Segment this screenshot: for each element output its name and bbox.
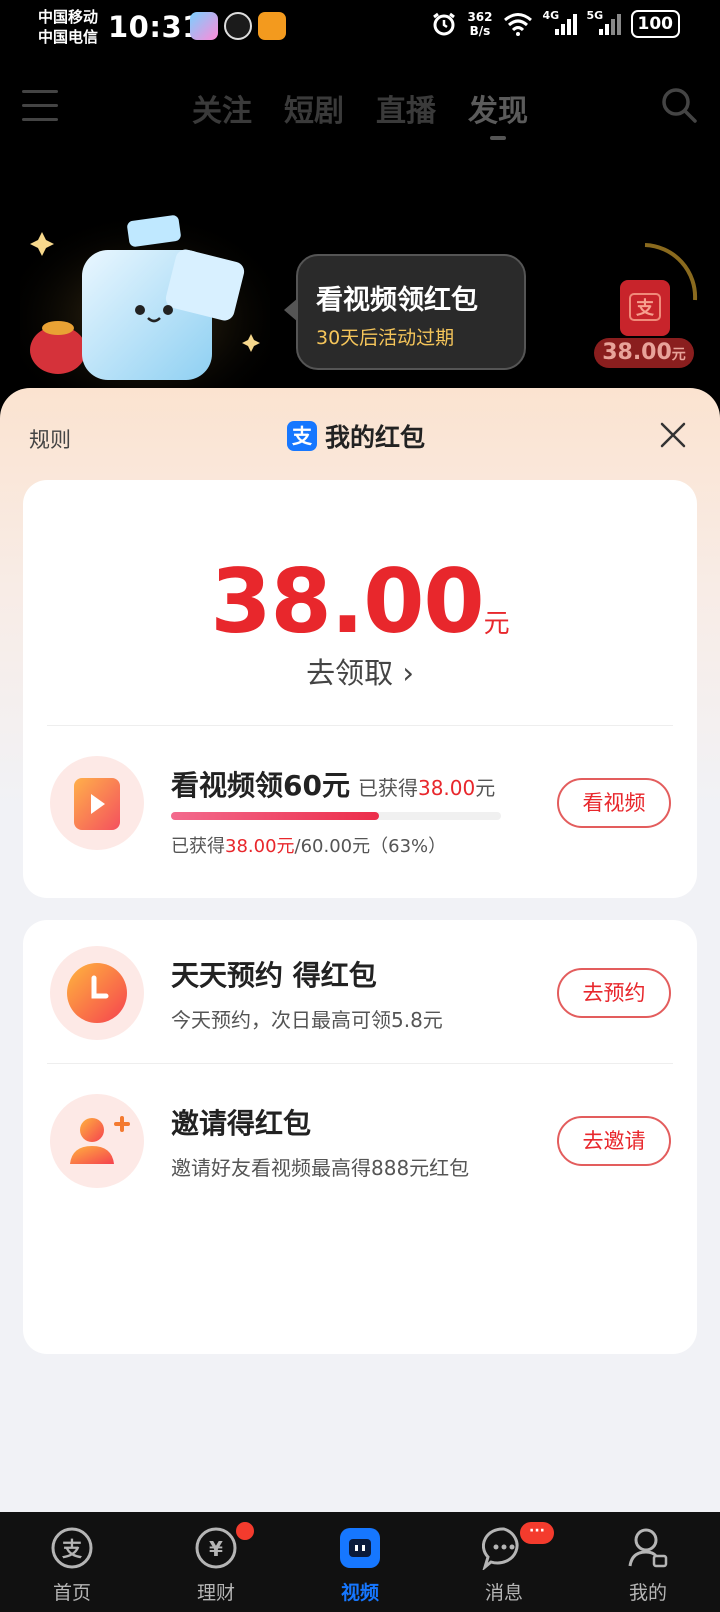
progress-fill: [171, 812, 379, 820]
close-icon[interactable]: [660, 422, 686, 448]
tab-label: 视频: [340, 1582, 379, 1604]
sheet-title: 支 我的红包: [287, 418, 425, 454]
promo-banner[interactable]: 看视频领红包 30天后活动过期 支 38.00元: [0, 210, 720, 390]
tab-wealth[interactable]: ¥ 理财: [144, 1512, 288, 1612]
search-icon[interactable]: [660, 86, 698, 124]
promo-bubble[interactable]: 看视频领红包 30天后活动过期: [284, 254, 526, 370]
claim-button[interactable]: 去领取 ›: [23, 650, 697, 692]
tab-short-drama[interactable]: 短剧: [284, 86, 344, 130]
tasks-card: 天天预约 得红包 今天预约，次日最高可领5.8元 去预约 邀请得红包 邀请好友看…: [23, 920, 697, 1354]
divider: [47, 1063, 673, 1064]
alipay-logo-icon: 支: [287, 421, 317, 451]
tab-label: 消息: [484, 1582, 523, 1604]
sheet-header: 规则 支 我的红包: [0, 388, 720, 488]
reserve-button[interactable]: 去预约: [557, 968, 671, 1018]
task-invite: 邀请得红包 邀请好友看视频最高得888元红包 去邀请: [23, 1080, 697, 1200]
top-nav: 关注 短剧 直播 发现: [0, 80, 720, 140]
clock: 10:31: [108, 10, 203, 44]
task-reservation: 天天预约 得红包 今天预约，次日最高可领5.8元 去预约: [23, 932, 697, 1052]
svg-text:支: 支: [635, 297, 655, 319]
tab-label: 理财: [196, 1582, 235, 1604]
balance-unit: 元: [483, 609, 510, 639]
tab-label: 我的: [628, 1582, 667, 1604]
message-badge: ···: [518, 1520, 556, 1546]
progress-bar: [171, 812, 501, 820]
tab-live[interactable]: 直播: [376, 86, 436, 130]
carrier-names: 中国移动 中国电信: [38, 7, 98, 47]
clock-icon-wrap: [50, 946, 144, 1040]
wifi-icon: [503, 13, 532, 36]
progress-text: 已获得38.00元/60.00元（63%）: [171, 836, 447, 857]
tab-discover[interactable]: 发现: [468, 86, 528, 140]
menu-icon[interactable]: [22, 90, 58, 122]
tab-video[interactable]: 视频: [288, 1512, 432, 1612]
notification-app-icons: [190, 12, 286, 40]
alipay-home-icon: 支: [51, 1527, 93, 1569]
svg-text:支: 支: [62, 1537, 83, 1561]
task-desc: 今天预约，次日最高可领5.8元: [171, 1008, 443, 1032]
mascot-illustration: [20, 210, 270, 390]
notification-dot: [234, 1520, 256, 1542]
tab-label: 首页: [52, 1582, 91, 1604]
battery-indicator: 100: [630, 10, 680, 38]
play-icon: [74, 778, 120, 830]
tab-home[interactable]: 支 首页: [0, 1512, 144, 1612]
rules-link[interactable]: 规则: [29, 424, 71, 454]
watch-video-button[interactable]: 看视频: [557, 778, 671, 828]
task-title: 天天预约 得红包: [171, 959, 377, 992]
carrier-1: 中国移动: [38, 8, 99, 26]
video-icon: [340, 1528, 380, 1568]
balance-value: 38.00: [210, 550, 484, 653]
net-speed-unit: B/s: [469, 24, 491, 38]
task-desc: 邀请好友看视频最高得888元红包: [171, 1156, 470, 1180]
bottom-tab-bar: 支 首页 ¥ 理财 视频 ··· 消息 我的: [0, 1512, 720, 1612]
svg-text:¥: ¥: [209, 1537, 223, 1561]
carrier-2: 中国电信: [38, 28, 99, 46]
task-title: 邀请得红包: [171, 1107, 312, 1140]
balance-card: 38.00元 去领取 › 看视频领60元 已获得38.00元 已获得38.00元/…: [23, 480, 697, 898]
alarm-icon: [433, 12, 456, 36]
task-title: 看视频领60元 已获得38.00元: [171, 769, 496, 802]
chevron-right-icon: ›: [402, 656, 414, 690]
tab-messages[interactable]: ··· 消息: [432, 1512, 576, 1612]
sheet-title-text: 我的红包: [325, 423, 426, 452]
status-bar: 中国移动 中国电信 10:31 362 B/s 4G 5G 100: [0, 0, 720, 56]
divider: [47, 725, 673, 726]
redpacket-sheet: 规则 支 我的红包 38.00元 去领取 › 看视频领60元 已获得38.00元 …: [0, 388, 720, 1512]
profile-icon: [628, 1528, 668, 1568]
promo-title: 看视频领红包: [316, 285, 478, 316]
task-watch-video: 看视频领60元 已获得38.00元 已获得38.00元/60.00元（63%） 看…: [23, 742, 697, 862]
status-indicators: 362 B/s 4G 5G 100: [431, 9, 680, 38]
promo-subtitle: 30天后活动过期: [316, 327, 455, 349]
signal-4g: 4G: [543, 9, 577, 37]
hand-app-icon: [224, 12, 252, 40]
net-speed-value: 362: [467, 10, 493, 24]
side-redpacket-amount: 38.00元: [594, 338, 694, 368]
wealth-icon: ¥: [195, 1527, 237, 1569]
balance-amount: 38.00元: [23, 550, 697, 653]
tab-profile[interactable]: 我的: [576, 1512, 720, 1612]
game-app-icon: [190, 12, 218, 40]
signal-5g: 5G: [587, 9, 621, 37]
invite-icon-wrap: [50, 1094, 144, 1188]
invite-button[interactable]: 去邀请: [557, 1116, 671, 1166]
play-icon-wrap: [50, 756, 144, 850]
clock-icon: [67, 963, 127, 1023]
net-speed: 362 B/s: [467, 10, 492, 38]
nav-tabs: 关注 短剧 直播 发现: [192, 86, 528, 140]
tab-follow[interactable]: 关注: [192, 86, 252, 130]
claim-label: 去领取: [306, 656, 394, 690]
add-friend-icon: [70, 1116, 130, 1164]
orange-app-icon: [258, 12, 286, 40]
